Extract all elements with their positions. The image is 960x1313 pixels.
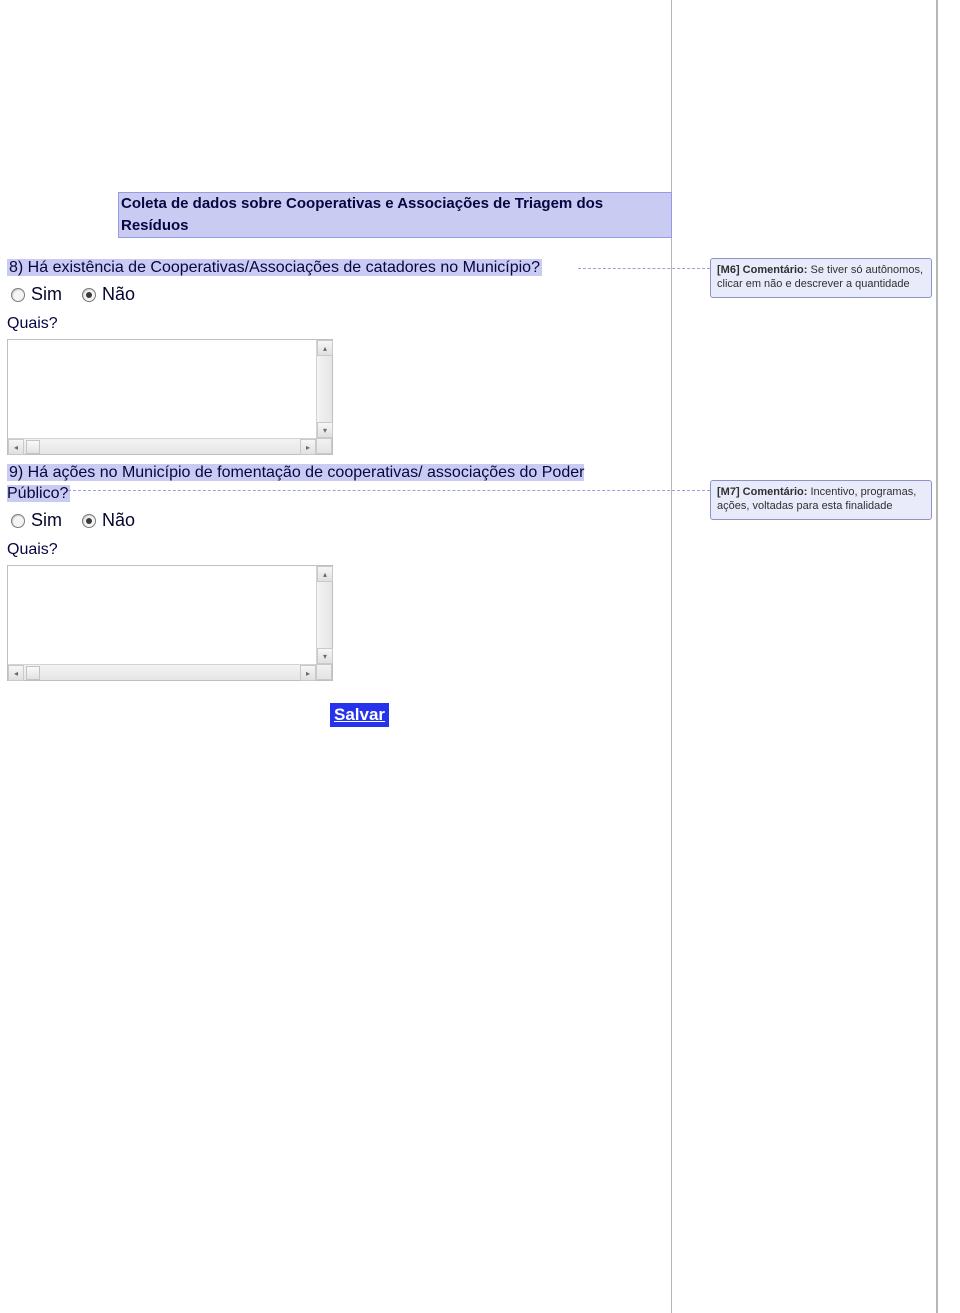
- q8-label-nao: Não: [102, 284, 135, 305]
- question-8: 8) Há existência de Cooperativas/Associa…: [7, 257, 647, 455]
- q8-quais-label: Quais?: [7, 315, 647, 333]
- scroll-right-icon[interactable]: ▸: [300, 665, 316, 681]
- q8-label-sim: Sim: [31, 284, 62, 305]
- q9-quais-label: Quais?: [7, 541, 647, 559]
- comments-pane: [672, 0, 960, 1313]
- q8-scrollbar-horizontal[interactable]: ◂ ▸: [8, 438, 316, 454]
- scroll-up-icon[interactable]: ▴: [317, 340, 333, 356]
- q9-radio-nao[interactable]: [82, 514, 96, 528]
- q9-scrollbar-vertical[interactable]: ▴ ▾: [316, 566, 332, 664]
- comment-m6[interactable]: [M6] Comentário: Se tiver só autônomos, …: [710, 258, 932, 298]
- question-8-options: Sim Não: [11, 284, 647, 305]
- scroll-thumb[interactable]: [26, 440, 40, 454]
- scroll-corner: [316, 438, 332, 454]
- q9-scrollbar-horizontal[interactable]: ◂ ▸: [8, 664, 316, 680]
- scroll-corner: [316, 664, 332, 680]
- q9-textarea-inner[interactable]: [8, 566, 318, 664]
- question-9-text: 9) Há ações no Município de fomentação d…: [7, 464, 584, 502]
- q9-radio-sim[interactable]: [11, 514, 25, 528]
- scroll-down-icon[interactable]: ▾: [317, 648, 333, 664]
- scroll-thumb[interactable]: [26, 666, 40, 680]
- page-right-border: [936, 0, 938, 1313]
- q9-textarea[interactable]: ▴ ▾ ◂ ▸: [7, 565, 333, 681]
- scroll-left-icon[interactable]: ◂: [8, 665, 24, 681]
- q9-label-sim: Sim: [31, 510, 62, 531]
- comment-m7-tag: [M7] Comentário:: [717, 486, 811, 498]
- comment-connector-m7: [68, 490, 710, 491]
- scroll-up-icon[interactable]: ▴: [317, 566, 333, 582]
- question-9-options: Sim Não: [11, 510, 647, 531]
- scroll-right-icon[interactable]: ▸: [300, 439, 316, 455]
- q9-label-nao: Não: [102, 510, 135, 531]
- scroll-down-icon[interactable]: ▾: [317, 422, 333, 438]
- question-9: 9) Há ações no Município de fomentação d…: [7, 462, 647, 681]
- q8-textarea[interactable]: ▴ ▾ ◂ ▸: [7, 339, 333, 455]
- scroll-left-icon[interactable]: ◂: [8, 439, 24, 455]
- save-button[interactable]: Salvar: [330, 703, 389, 727]
- comment-connector-m6: [578, 268, 710, 269]
- q8-scrollbar-vertical[interactable]: ▴ ▾: [316, 340, 332, 438]
- q8-radio-nao[interactable]: [82, 288, 96, 302]
- comment-m6-tag: [M6] Comentário:: [717, 264, 811, 276]
- q8-radio-sim[interactable]: [11, 288, 25, 302]
- question-8-text: 8) Há existência de Cooperativas/Associa…: [7, 259, 542, 276]
- section-title: Coleta de dados sobre Cooperativas e Ass…: [118, 192, 672, 238]
- q8-textarea-inner[interactable]: [8, 340, 318, 438]
- comment-m7[interactable]: [M7] Comentário: Incentivo, programas, a…: [710, 480, 932, 520]
